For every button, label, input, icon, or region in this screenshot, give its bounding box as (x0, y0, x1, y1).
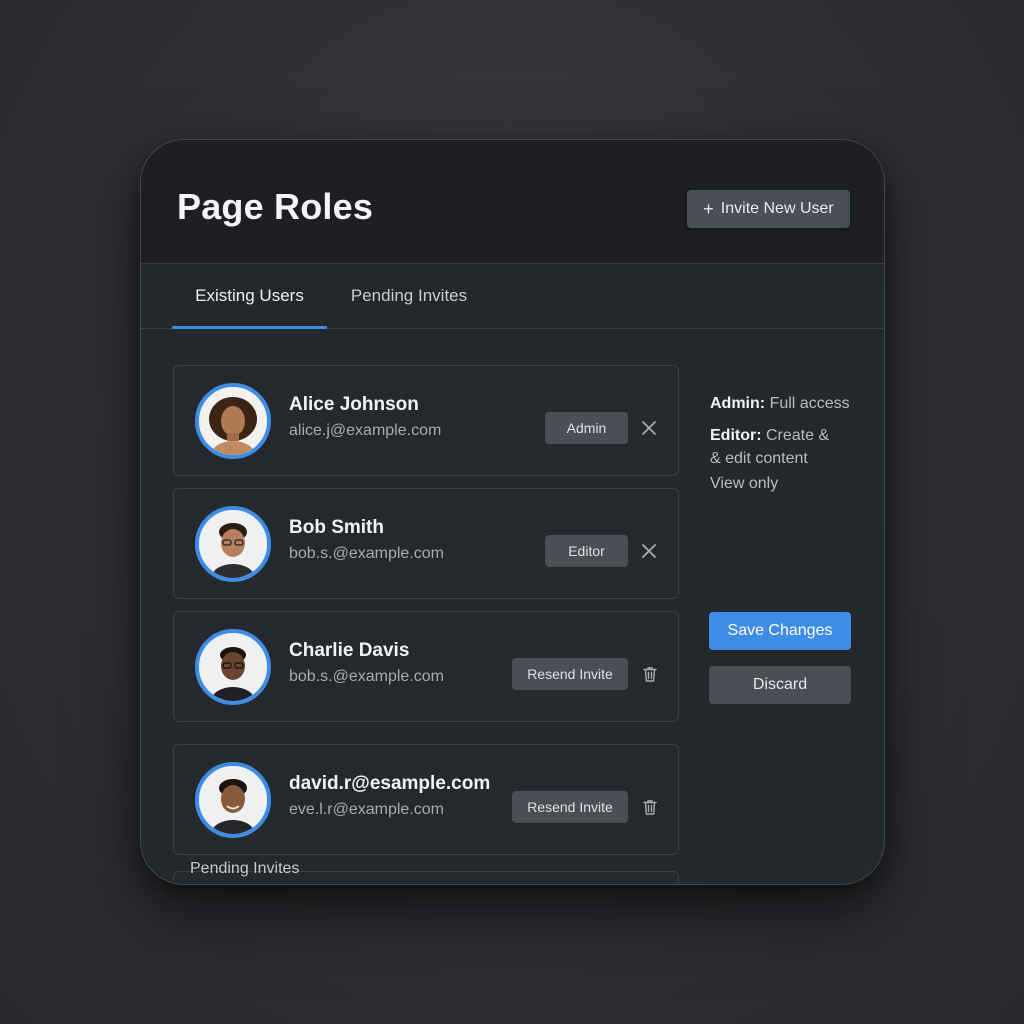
admin-role-desc: Full access (769, 395, 850, 412)
user-card: Bob Smith bob.s.@example.com Editor (173, 488, 679, 599)
role-legend-admin: Admin: Full access (710, 395, 850, 413)
tab-pending-invites[interactable]: Pending Invites (339, 264, 479, 328)
user-card: Alice Johnson alice.j@example.com Admin (173, 365, 679, 476)
role-select-button[interactable]: Editor (545, 535, 628, 567)
role-legend-editor-cont: & edit content (710, 450, 808, 467)
user-email: alice.j@example.com (289, 422, 442, 439)
role-legend-viewer: View only (710, 475, 779, 492)
pending-invites-section-label: Pending Invites (190, 860, 300, 877)
user-avatar-image (199, 510, 267, 578)
user-name: Bob Smith (289, 517, 384, 538)
avatar (195, 629, 271, 705)
resend-invite-button[interactable]: Resend Invite (512, 658, 628, 690)
close-icon[interactable] (637, 416, 661, 440)
user-name: Charlie Davis (289, 640, 410, 661)
user-card: Charlie Davis bob.s.@example.com Resend … (173, 611, 679, 722)
panel-header: Page Roles + Invite New User (141, 140, 884, 264)
tab-existing-users[interactable]: Existing Users (172, 264, 327, 329)
role-select-button[interactable]: Admin (545, 412, 628, 444)
avatar (195, 762, 271, 838)
tab-bar: Existing Users Pending Invites (141, 264, 884, 329)
user-avatar-image (199, 633, 267, 701)
page-title: Page Roles (177, 186, 374, 227)
invite-button-label: Invite New User (720, 200, 834, 217)
discard-button[interactable]: Discard (709, 666, 851, 704)
editor-role-label: Editor: (710, 427, 762, 444)
user-card: david.r@esample.com eve.l.r@example.com … (173, 744, 679, 855)
admin-role-label: Admin: (710, 395, 766, 412)
trash-icon[interactable] (638, 662, 662, 686)
user-avatar-image (199, 766, 267, 834)
user-email: eve.l.r@example.com (289, 801, 444, 818)
plus-icon: + (703, 199, 714, 219)
role-legend-editor: Editor: Create & (710, 427, 829, 445)
user-name: Alice Johnson (289, 394, 419, 415)
avatar (195, 383, 271, 459)
resend-invite-button[interactable]: Resend Invite (512, 791, 628, 823)
user-avatar-image (199, 387, 267, 455)
trash-icon[interactable] (638, 795, 662, 819)
user-name: david.r@esample.com (289, 773, 491, 794)
invite-new-user-button[interactable]: + Invite New User (687, 190, 850, 228)
page-roles-panel: Page Roles + Invite New User Existing Us… (140, 139, 885, 885)
editor-role-desc: Create & (766, 427, 830, 444)
close-icon[interactable] (637, 539, 661, 563)
save-changes-button[interactable]: Save Changes (709, 612, 851, 650)
user-email: bob.s.@example.com (289, 668, 444, 685)
avatar (195, 506, 271, 582)
user-email: bob.s.@example.com (289, 545, 444, 562)
